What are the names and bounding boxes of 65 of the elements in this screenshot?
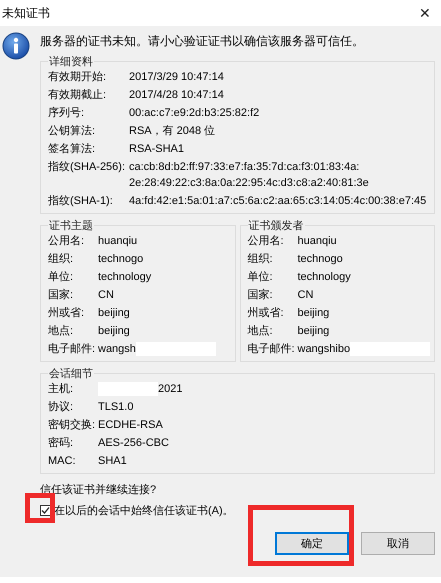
field-label: 有效期开始: xyxy=(48,70,108,85)
field-value: RSA，有 2048 位 xyxy=(129,124,216,139)
field-label: 单位: xyxy=(248,270,274,285)
field-value: beijing xyxy=(98,324,130,339)
field-label: 指纹(SHA-256): xyxy=(48,160,126,175)
field-label: 州或省: xyxy=(48,306,86,321)
window-title: 未知证书 xyxy=(2,4,50,22)
field-value: TLS1.0 xyxy=(98,400,134,415)
field-value: beijing xyxy=(98,306,130,321)
field-value: SHA1 xyxy=(98,454,127,469)
field-value: technogo xyxy=(98,252,144,267)
checkbox[interactable] xyxy=(40,505,51,516)
field-label: 国家: xyxy=(248,288,274,303)
field-value: 2017/4/28 10:47:14 xyxy=(129,88,224,103)
field-label: 电子邮件: xyxy=(248,342,296,357)
field-value: beijing xyxy=(298,306,330,321)
field-value: AES-256-CBC xyxy=(98,436,169,451)
field-value: wangshibo xyxy=(298,342,350,357)
field-label: 指纹(SHA-1): xyxy=(48,194,114,209)
field-label: 密码: xyxy=(48,436,74,451)
field-value: CN xyxy=(298,288,314,303)
field-value: technology xyxy=(298,270,351,285)
field-value: 2021 xyxy=(158,382,182,397)
field-label: 公用名: xyxy=(48,234,86,249)
field-label: 公钥算法: xyxy=(48,124,96,139)
field-value: 2017/3/29 10:47:14 xyxy=(129,70,224,85)
group-title: 证书主题 xyxy=(48,218,94,233)
group-title: 会话细节 xyxy=(48,367,94,381)
ok-button[interactable]: 确定 xyxy=(275,532,349,555)
field-value: beijing xyxy=(298,324,330,339)
checkmark-icon xyxy=(41,506,50,515)
field-label: 密钥交换: xyxy=(48,418,96,433)
field-label: 公用名: xyxy=(248,234,285,249)
field-label: 组织: xyxy=(48,252,74,267)
field-value: huanqiu xyxy=(98,234,138,249)
field-label: 有效期截止: xyxy=(48,88,108,103)
field-label: 地点: xyxy=(248,324,274,339)
close-button[interactable]: ✕ xyxy=(413,5,437,21)
field-label: 国家: xyxy=(48,288,74,303)
field-label: MAC: xyxy=(48,454,76,469)
info-icon xyxy=(2,32,30,60)
field-value: technogo xyxy=(298,252,343,267)
field-label: 协议: xyxy=(48,400,74,415)
field-value: RSA-SHA1 xyxy=(129,142,184,157)
field-value: technology xyxy=(98,270,152,285)
warning-message: 服务器的证书未知。请小心验证证书以确信该服务器可信任。 xyxy=(40,33,365,50)
group-title: 证书颁发者 xyxy=(248,219,304,233)
field-value: 00:ac:c7:e9:2d:b3:25:82:f2 xyxy=(129,106,260,121)
group-title: 详细资料 xyxy=(48,55,94,69)
field-label: 州或省: xyxy=(248,306,285,321)
field-label: 序列号: xyxy=(48,106,86,121)
field-label: 组织: xyxy=(248,252,274,267)
field-label: 地点: xyxy=(48,324,74,339)
field-value: ECDHE-RSA xyxy=(98,418,163,433)
field-value: huanqiu xyxy=(298,234,337,249)
field-value: CN xyxy=(98,288,114,303)
field-value: wangsh xyxy=(98,342,136,357)
field-value: 4a:fd:42:e1:5a:01:a7:c5:6a:c2:aa:65:c3:14:05:4c:00:38:e7:45 xyxy=(129,194,426,209)
field-label: 单位: xyxy=(48,270,74,285)
field-value: ca:cb:8d:b2:ff:97:33:e7:fa:35:7d:ca:f3:01:83:4a: 2e:28:49:22:c3:8a:0a:22:95:4c:d3:c8:a2:40:81:3e xyxy=(129,160,369,191)
field-label: 主机: xyxy=(48,382,74,397)
cancel-button[interactable]: 取消 xyxy=(361,532,435,555)
checkbox-label: 在以后的会话中始终信任该证书(A)。 xyxy=(54,504,234,518)
field-label: 电子邮件: xyxy=(48,342,96,357)
field-label: 签名算法: xyxy=(48,142,96,157)
